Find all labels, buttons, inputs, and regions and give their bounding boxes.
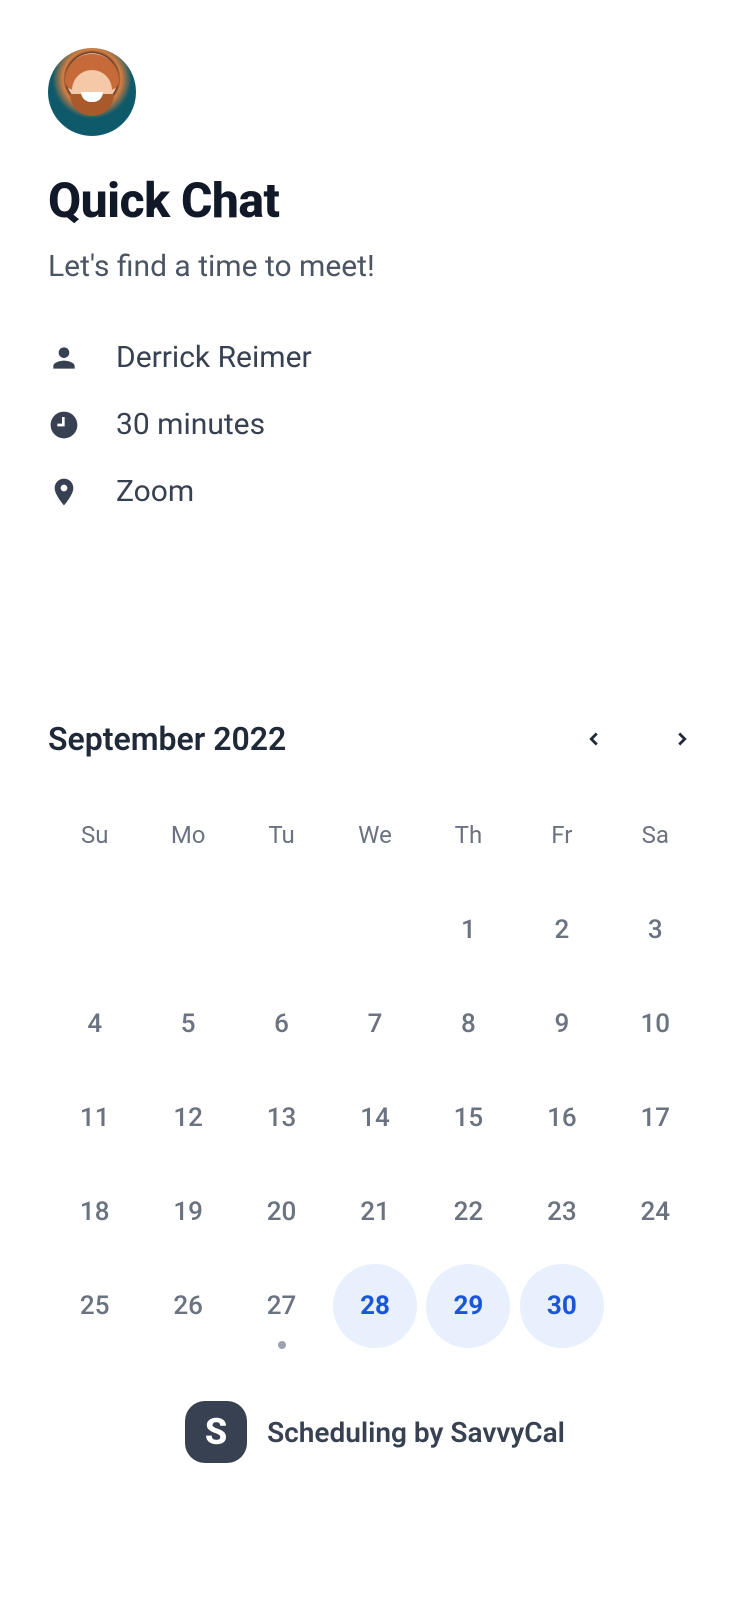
calendar-day-cell: 2 [515,883,608,977]
host-detail-row: Derrick Reimer [48,340,702,375]
calendar-day-unavailable: 11 [53,1076,137,1160]
calendar-day-cell: 3 [609,883,702,977]
day-header: Su [48,807,141,883]
calendar-day-cell: 1 [422,883,515,977]
calendar-day-unavailable: 27 [240,1264,324,1348]
calendar-day-unavailable: 16 [520,1076,604,1160]
calendar-day-unavailable: 5 [146,982,230,1066]
location-detail-row: Zoom [48,474,702,509]
person-icon [48,342,80,374]
duration-detail-row: 30 minutes [48,407,702,442]
calendar-day-cell: 11 [48,1071,141,1165]
page-title: Quick Chat [48,172,702,229]
calendar-day-unavailable: 17 [613,1076,697,1160]
calendar-day-cell: 6 [235,977,328,1071]
chevron-left-icon [583,728,605,750]
calendar-day-available[interactable]: 30 [520,1264,604,1348]
calendar-day-cell: 16 [515,1071,608,1165]
calendar-header: September 2022 [48,719,702,759]
savvycal-logo-icon: S [185,1401,247,1463]
calendar-day-unavailable: 8 [426,982,510,1066]
calendar-day-unavailable: 15 [426,1076,510,1160]
prev-month-button[interactable] [574,719,614,759]
calendar-day-unavailable: 24 [613,1170,697,1254]
day-header: Tu [235,807,328,883]
calendar-day-unavailable: 19 [146,1170,230,1254]
calendar-day-cell: 14 [328,1071,421,1165]
today-indicator [278,1341,286,1349]
calendar-day-unavailable: 10 [613,982,697,1066]
calendar-day-unavailable: 4 [53,982,137,1066]
calendar-day-unavailable: 14 [333,1076,417,1160]
calendar-day-cell [235,883,328,977]
calendar-day-cell: 21 [328,1165,421,1259]
day-header: Th [422,807,515,883]
next-month-button[interactable] [662,719,702,759]
calendar-day-cell: 22 [422,1165,515,1259]
calendar-day-cell: 12 [141,1071,234,1165]
calendar-day-unavailable: 23 [520,1170,604,1254]
calendar-day-cell [48,883,141,977]
host-name: Derrick Reimer [116,340,312,375]
calendar-day-cell: 8 [422,977,515,1071]
calendar-day-cell: 27 [235,1259,328,1353]
calendar-day-unavailable: 22 [426,1170,510,1254]
month-label: September 2022 [48,720,286,758]
calendar-day-cell: 10 [609,977,702,1071]
calendar-day-cell: 24 [609,1165,702,1259]
calendar-grid: SuMoTuWeThFrSa12345678910111213141516171… [48,807,702,1353]
duration-text: 30 minutes [116,407,265,442]
calendar-day-unavailable: 18 [53,1170,137,1254]
location-text: Zoom [116,474,194,509]
calendar-day-available[interactable]: 28 [333,1264,417,1348]
calendar-day-cell [609,1259,702,1353]
calendar-day-unavailable: 21 [333,1170,417,1254]
calendar-day-unavailable: 2 [520,888,604,972]
calendar-day-unavailable: 7 [333,982,417,1066]
calendar-nav [574,719,702,759]
calendar-day-cell: 23 [515,1165,608,1259]
day-header: We [328,807,421,883]
calendar-day-cell: 25 [48,1259,141,1353]
calendar-day-cell: 4 [48,977,141,1071]
calendar-day-unavailable: 25 [53,1264,137,1348]
calendar-day-cell: 18 [48,1165,141,1259]
location-icon [48,476,80,508]
calendar-day-unavailable: 6 [240,982,324,1066]
day-header: Fr [515,807,608,883]
calendar-day-unavailable: 9 [520,982,604,1066]
calendar-day-cell: 17 [609,1071,702,1165]
calendar-day-cell[interactable]: 28 [328,1259,421,1353]
calendar-day-unavailable: 20 [240,1170,324,1254]
day-header: Sa [609,807,702,883]
clock-icon [48,409,80,441]
calendar-day-cell [141,883,234,977]
chevron-right-icon [671,728,693,750]
calendar-day-cell: 5 [141,977,234,1071]
calendar-day-unavailable: 12 [146,1076,230,1160]
footer-text: Scheduling by SavvyCal [267,1416,565,1449]
calendar-day-cell: 19 [141,1165,234,1259]
calendar-day-cell[interactable]: 30 [515,1259,608,1353]
calendar-day-cell: 26 [141,1259,234,1353]
calendar-day-unavailable: 1 [426,888,510,972]
host-avatar [48,48,136,136]
calendar-day-unavailable: 26 [146,1264,230,1348]
calendar-day-cell [328,883,421,977]
calendar: September 2022 SuMoTuWeThFrSa12345678910… [48,719,702,1353]
calendar-day-unavailable: 13 [240,1076,324,1160]
calendar-day-cell: 9 [515,977,608,1071]
day-header: Mo [141,807,234,883]
calendar-day-cell: 20 [235,1165,328,1259]
calendar-day-available[interactable]: 29 [426,1264,510,1348]
page-subtitle: Let's find a time to meet! [48,249,702,284]
calendar-day-cell: 13 [235,1071,328,1165]
footer[interactable]: S Scheduling by SavvyCal [48,1401,702,1463]
calendar-day-unavailable: 3 [613,888,697,972]
calendar-day-cell: 15 [422,1071,515,1165]
calendar-day-cell: 7 [328,977,421,1071]
calendar-day-cell[interactable]: 29 [422,1259,515,1353]
